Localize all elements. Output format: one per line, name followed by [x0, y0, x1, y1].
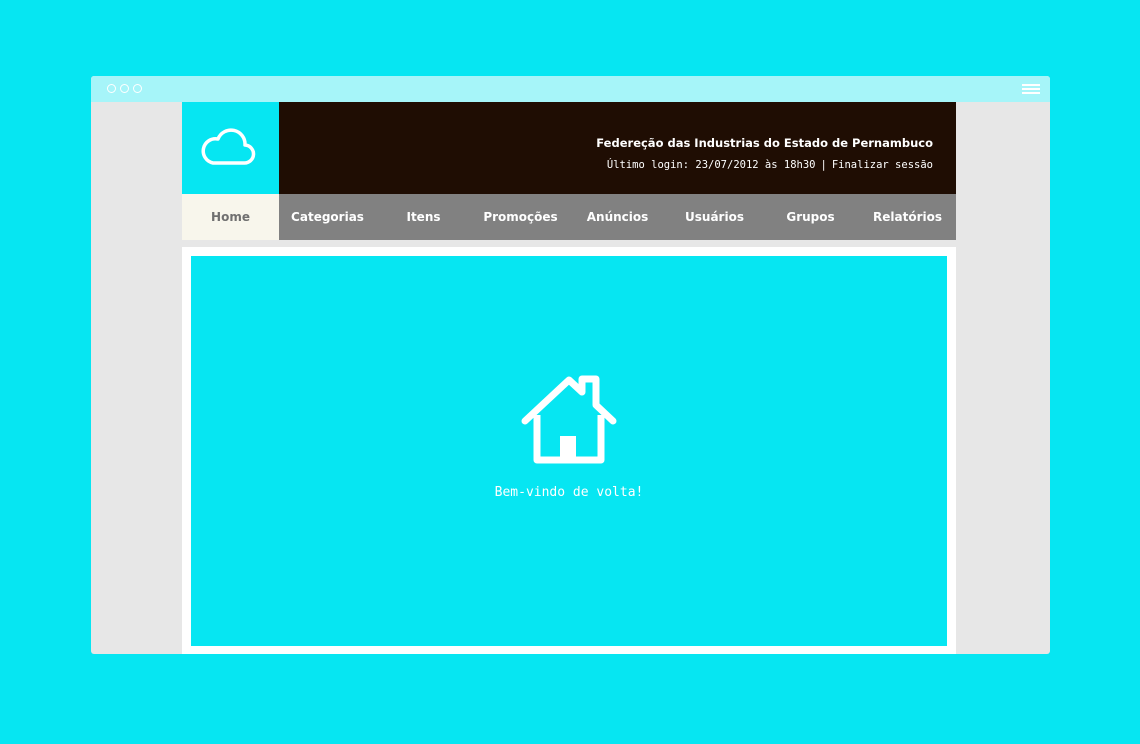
- nav-item-home[interactable]: Home: [182, 194, 279, 240]
- content-frame: Bem-vindo de volta!: [182, 247, 956, 654]
- main-navigation: Home Categorias Itens Promoções Anúncios…: [182, 194, 956, 240]
- nav-item-grupos[interactable]: Grupos: [762, 194, 859, 240]
- nav-item-anuncios[interactable]: Anúncios: [569, 194, 666, 240]
- welcome-message: Bem-vindo de volta!: [494, 485, 644, 500]
- session-info: Último login: 23/07/2012 às 18h30 | Finali…: [607, 159, 933, 171]
- window-minimize-icon[interactable]: [120, 84, 129, 93]
- nav-item-relatorios[interactable]: Relatórios: [859, 194, 956, 240]
- separator: |: [820, 159, 827, 171]
- browser-window: Federeção das Industrias do Estado de Pe…: [91, 76, 1050, 654]
- main-content: Bem-vindo de volta!: [191, 256, 947, 646]
- nav-item-promocoes[interactable]: Promoções: [472, 194, 569, 240]
- house-icon: [521, 375, 617, 464]
- nav-item-itens[interactable]: Itens: [375, 194, 472, 240]
- logo[interactable]: [182, 102, 279, 194]
- last-login-text: Último login: 23/07/2012 às 18h30: [606, 159, 816, 171]
- organization-name: Federeção das Industrias do Estado de Pe…: [596, 136, 933, 150]
- window-maximize-icon[interactable]: [133, 84, 142, 93]
- site-header: Federeção das Industrias do Estado de Pe…: [182, 102, 956, 194]
- cloud-icon: [201, 128, 256, 165]
- window-close-icon[interactable]: [107, 84, 116, 93]
- nav-item-categorias[interactable]: Categorias: [279, 194, 376, 240]
- nav-item-usuarios[interactable]: Usuários: [666, 194, 763, 240]
- window-titlebar: [91, 76, 1050, 102]
- logout-link[interactable]: Finalizar sessão: [832, 159, 933, 171]
- hamburger-menu-icon[interactable]: [1022, 84, 1040, 96]
- window-controls: [107, 84, 142, 93]
